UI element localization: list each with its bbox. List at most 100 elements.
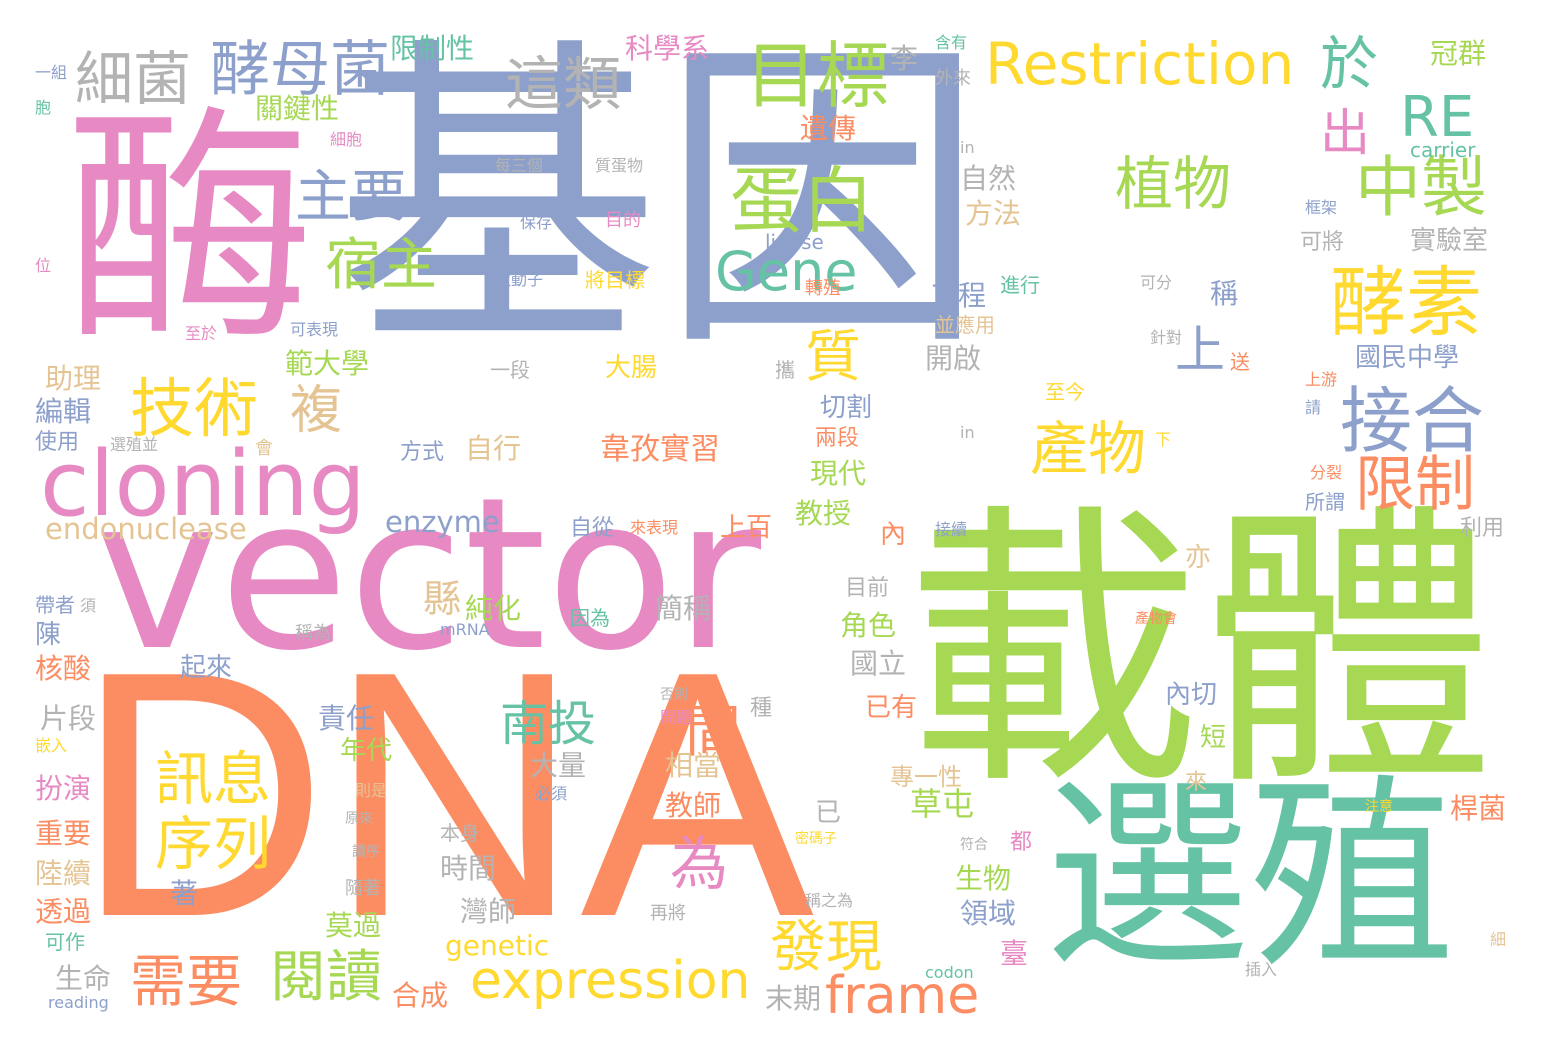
- word-zicong: 自從: [570, 516, 615, 541]
- word-chanwuhui: 產物會: [1135, 611, 1177, 627]
- word-nei: 內: [880, 520, 907, 550]
- word-nantou: 南投: [500, 696, 597, 752]
- word-shiyong: 使用: [35, 430, 80, 455]
- word-zaijiang: 再將: [650, 903, 686, 924]
- word-pianduan: 片段: [40, 702, 97, 735]
- word-qilai: 起來: [180, 653, 233, 683]
- word-guominzhongxue: 國民中學: [1355, 343, 1460, 373]
- word-xi: 細: [1490, 930, 1507, 949]
- word-hanyou: 含有: [935, 33, 968, 52]
- word-cloud: 基因 載體 DNA vector 選殖 酶 cloning 技術 目標 蛋白 酵…: [0, 0, 1548, 1052]
- word-touguo: 透過: [35, 895, 92, 928]
- word-mudi: 目的: [605, 210, 641, 231]
- word-charu: 插入: [1245, 960, 1278, 979]
- word-danbai: 蛋白: [730, 159, 875, 243]
- word-lingyu: 領域: [960, 897, 1017, 930]
- word-expression: expression: [470, 951, 751, 1011]
- word-restriction: Restriction: [985, 30, 1295, 98]
- word-fangshi: 方式: [400, 440, 445, 465]
- word-bingyingyong: 並應用: [935, 313, 995, 337]
- word-chanwu: 產物: [1030, 415, 1147, 483]
- word-wanshi: 灣師: [460, 895, 517, 928]
- word-qianru: 嵌入: [35, 736, 68, 755]
- word-zhong: 種: [750, 696, 773, 721]
- word-zhijin: 至今: [1045, 380, 1085, 404]
- word-zhuli: 助理: [45, 362, 102, 395]
- word-chu: 出: [1320, 104, 1370, 162]
- word-zhuanzhi: 轉殖: [805, 278, 841, 299]
- word-niandai: 年代: [340, 736, 393, 766]
- word-fenlie: 分裂: [1310, 463, 1343, 482]
- word-jiaosu: 酵素: [1330, 258, 1482, 347]
- word-dachang: 大腸: [605, 353, 658, 383]
- word-yi: 亦: [1185, 543, 1212, 573]
- word-guanjianxing: 關鍵性: [255, 92, 340, 125]
- word-qing: 請: [1305, 398, 1322, 417]
- word-jiancheng: 簡稱: [655, 592, 712, 625]
- word-gongcheng: 工程: [930, 279, 987, 312]
- word-zhongyao: 重要: [35, 817, 92, 850]
- word-jiehe: 接合: [1340, 379, 1485, 463]
- word-jiaoshou: 教授: [795, 497, 852, 530]
- word-fandaxue: 範大學: [285, 347, 370, 380]
- word-xia: 下: [1155, 430, 1172, 449]
- word-moguo: 莫過: [325, 909, 382, 942]
- word-ziran: 自然: [960, 162, 1017, 195]
- word-zhongzhi: 中製: [1355, 149, 1487, 226]
- word-meisange: 每三個: [495, 156, 544, 175]
- word-shengming: 生命: [55, 962, 112, 995]
- word-reading: reading: [48, 993, 109, 1012]
- word-mubiao: 目標: [745, 34, 890, 118]
- word-xuanzhibing: 選殖並: [110, 435, 159, 454]
- word-weizishixi: 韋孜實習: [600, 432, 720, 467]
- word-kaiqi: 開啟: [925, 342, 982, 375]
- word-shengwu: 生物: [955, 862, 1012, 895]
- word-zixing: 自行: [465, 432, 522, 465]
- word-tai: 臺: [1000, 937, 1029, 970]
- word-xuyao: 需要: [130, 950, 242, 1015]
- word-xianzhixing: 限制性: [390, 32, 475, 65]
- word-yiduan: 一段: [490, 358, 530, 382]
- word-caotun: 草屯: [910, 785, 975, 823]
- word-kexuexi: 科學系: [625, 32, 710, 65]
- word-zhi: 質: [805, 325, 861, 390]
- word-suowei: 所謂: [1305, 490, 1345, 514]
- word-neiqie: 內切: [1165, 680, 1218, 710]
- word-kuangjia: 框架: [1305, 198, 1338, 217]
- word-xunxi: 訊息: [155, 745, 272, 813]
- word-fu: 複: [290, 381, 343, 441]
- word-wei: 為: [670, 830, 729, 898]
- word-wailai: 外來: [935, 68, 971, 89]
- word-zhuyao: 主要: [295, 165, 407, 230]
- word-zhelei: 這類: [505, 50, 622, 118]
- word-kejiang: 可將: [1300, 230, 1345, 255]
- word-qidongzi: 啟動子: [495, 270, 544, 289]
- word-shangyou: 上游: [1305, 370, 1338, 389]
- word-zhendui: 針對: [1150, 328, 1183, 347]
- word-xijun: 細菌: [75, 45, 192, 113]
- word-mei: 酶: [65, 84, 315, 375]
- word-xuanzhi: 選殖: [1045, 758, 1455, 996]
- word-dou: 都: [1010, 830, 1033, 855]
- word-kefen: 可分: [1140, 273, 1173, 292]
- word-luxu: 陸續: [35, 857, 92, 890]
- word-yu: 於: [1320, 30, 1379, 98]
- word-xiandai: 現代: [810, 457, 867, 490]
- word-wei-position: 位: [35, 256, 52, 275]
- word-in-2: in: [960, 423, 975, 442]
- word-zeshi: 則是: [355, 781, 388, 800]
- word-duan: 短: [1200, 723, 1227, 753]
- word-hecheng: 合成: [392, 979, 449, 1012]
- word-moqi: 末期: [765, 982, 822, 1015]
- word-guoli: 國立: [850, 647, 907, 680]
- word-qiege: 切割: [820, 393, 873, 423]
- word-daliang: 大量: [530, 749, 587, 782]
- word-jiangmubiao: 將目標: [585, 268, 645, 292]
- word-duxu: 讀序: [352, 844, 380, 860]
- word-shang: 上: [1175, 321, 1225, 379]
- word-xu: 須: [80, 596, 97, 615]
- word-jinxing: 進行: [1000, 273, 1040, 297]
- word-genetic: genetic: [445, 929, 550, 962]
- word-zeren: 責任: [318, 702, 375, 735]
- word-mrna: mRNA: [440, 620, 490, 639]
